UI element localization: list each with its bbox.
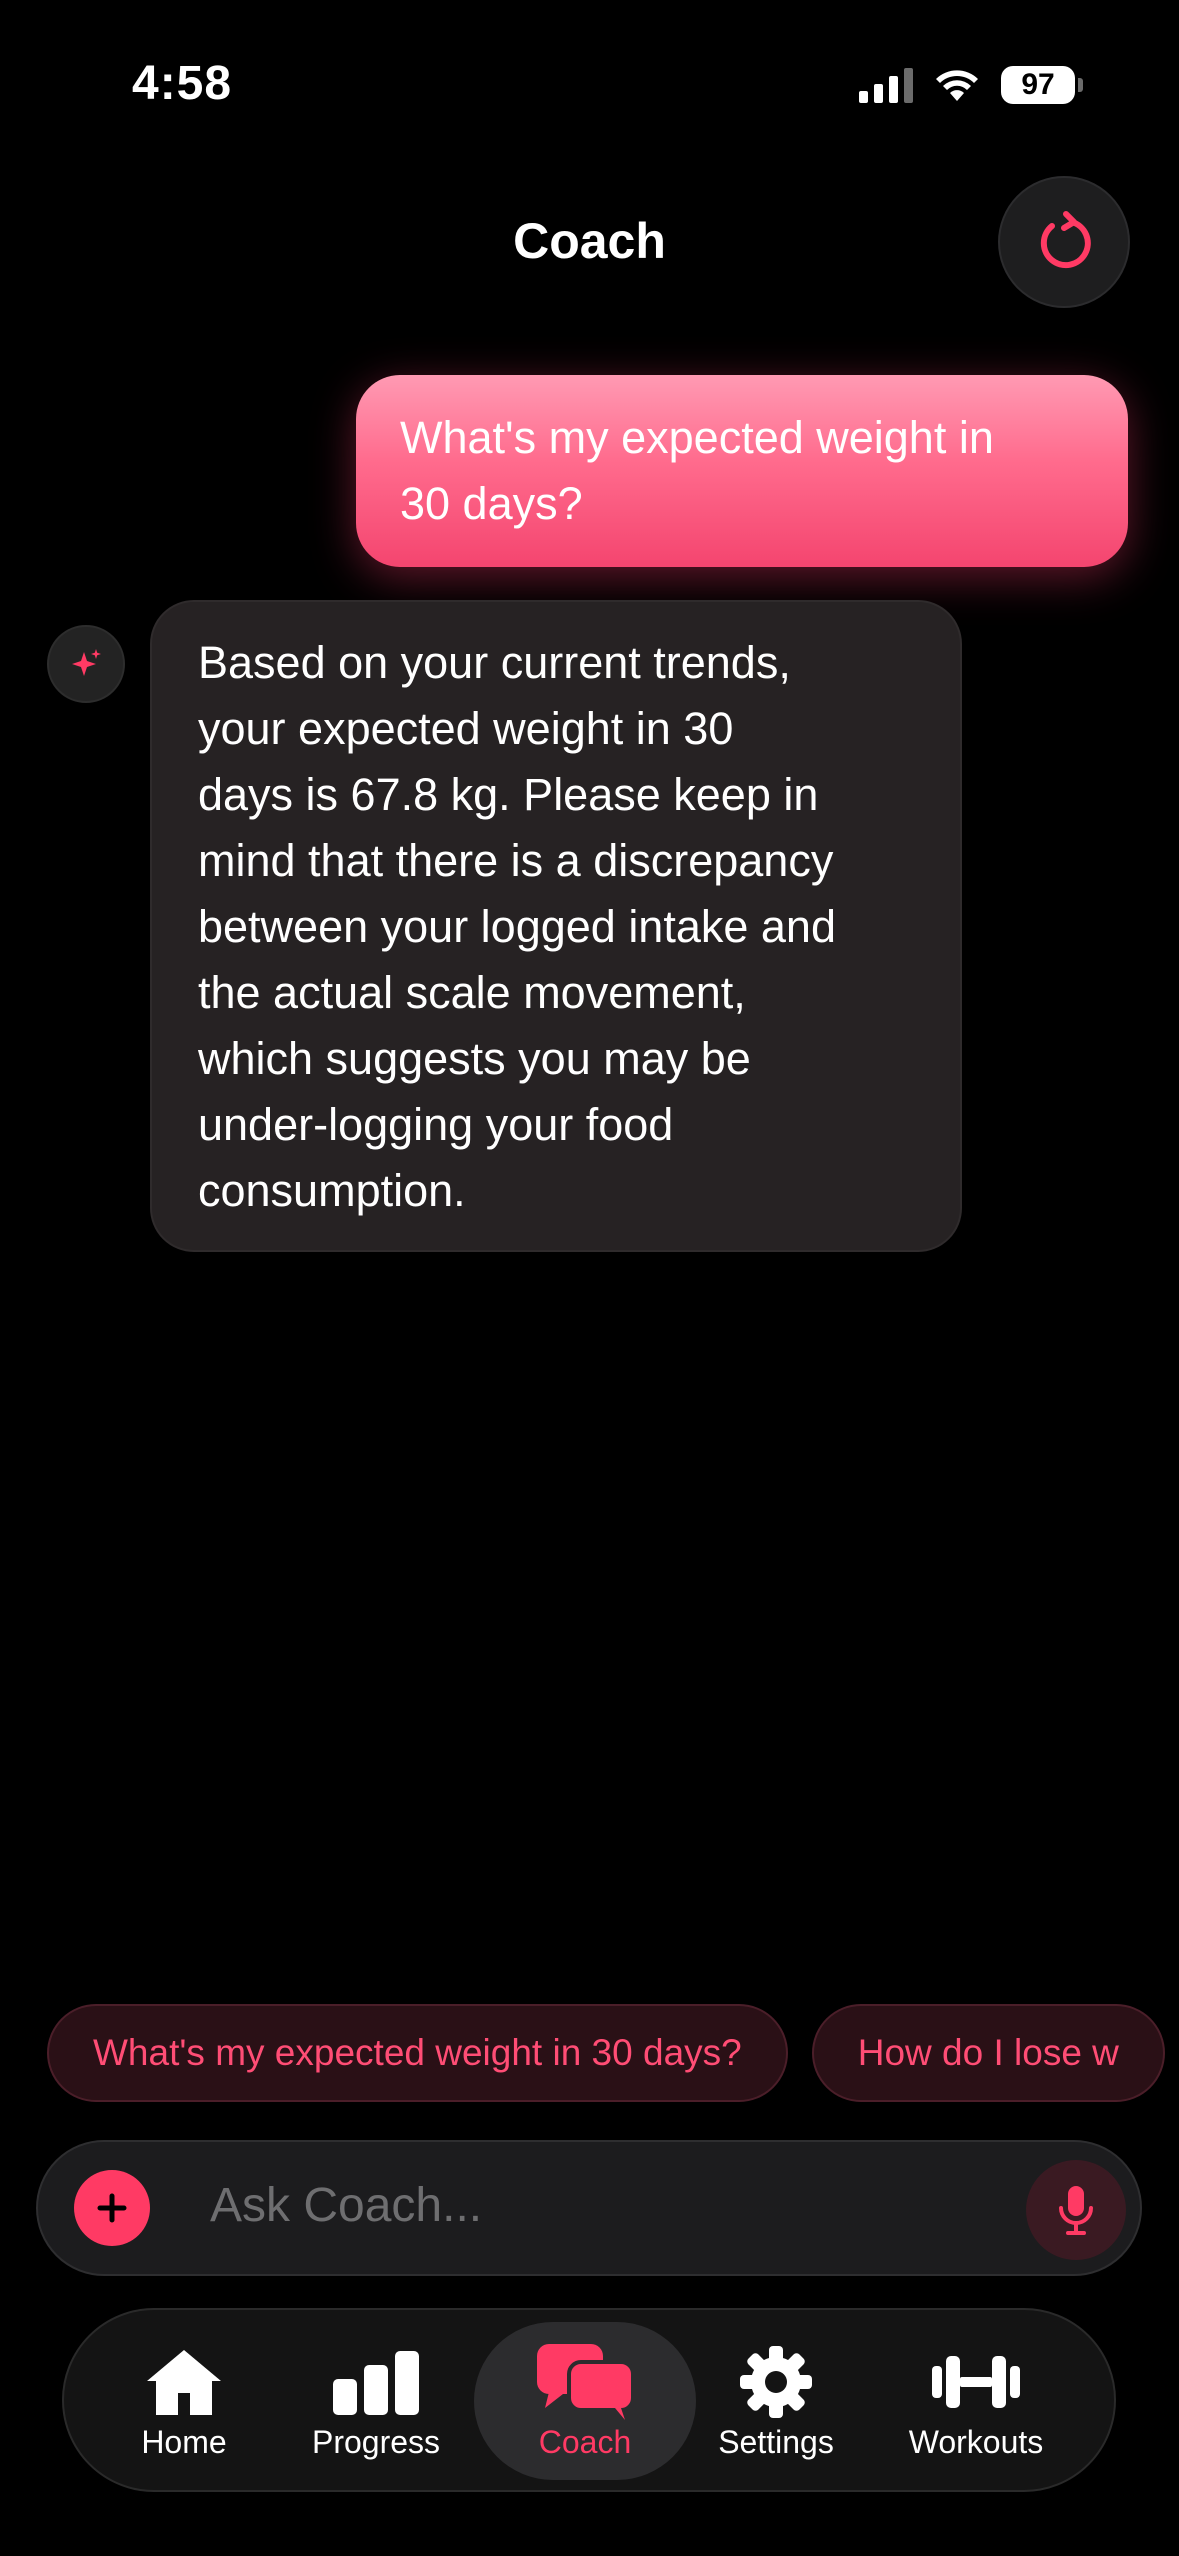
tab-label: Coach — [538, 2424, 632, 2460]
status-icons: 97 — [859, 66, 1083, 104]
reset-icon — [1040, 211, 1091, 269]
user-message-bubble: What's my expected weight in 30 days? — [356, 375, 1128, 567]
bar-chart-icon — [333, 2351, 419, 2415]
battery-icon: 97 — [1001, 66, 1083, 104]
tab-label: Home — [141, 2424, 227, 2460]
reset-conversation-button[interactable] — [998, 176, 1130, 308]
tab-label: Progress — [311, 2424, 441, 2460]
tab-label: Settings — [718, 2424, 834, 2460]
suggestion-chips: What's my expected weight in 30 days? Ho… — [47, 2004, 1165, 2102]
tab-label: Workouts — [908, 2424, 1044, 2460]
ask-coach-input[interactable]: Ask Coach... — [210, 2178, 482, 2233]
tab-workouts[interactable]: Workouts — [886, 2310, 1066, 2490]
wifi-icon — [936, 70, 978, 101]
tab-coach[interactable]: Coach — [495, 2310, 675, 2490]
gear-icon — [740, 2346, 812, 2418]
suggestion-chip[interactable]: What's my expected weight in 30 days? — [47, 2004, 788, 2102]
tab-settings[interactable]: Settings — [686, 2310, 866, 2490]
sparkle-icon — [72, 649, 101, 676]
home-icon — [147, 2350, 221, 2415]
microphone-icon — [1059, 2186, 1093, 2235]
tab-home[interactable]: Home — [94, 2310, 274, 2490]
tab-bar: Home Progress Coach Settings Workouts — [62, 2308, 1116, 2492]
user-message-text: What's my expected weight in 30 days? — [400, 412, 994, 529]
coach-message-bubble: Based on your current trends, your expec… — [150, 600, 962, 1252]
dumbbell-icon — [932, 2356, 1020, 2408]
microphone-button[interactable] — [1026, 2160, 1126, 2260]
tab-progress[interactable]: Progress — [286, 2310, 466, 2490]
suggestion-chip[interactable]: How do I lose w — [811, 2004, 1165, 2102]
add-attachment-button[interactable] — [74, 2170, 150, 2246]
cellular-signal-icon — [859, 67, 913, 103]
message-input-bar: Ask Coach... — [36, 2140, 1142, 2276]
chat-bubbles-icon — [537, 2344, 635, 2420]
plus-icon — [97, 2193, 127, 2223]
battery-level: 97 — [1001, 66, 1075, 104]
coach-avatar — [47, 625, 125, 703]
status-time: 4:58 — [132, 57, 233, 110]
coach-message-text: Based on your current trends, your expec… — [198, 637, 836, 1216]
